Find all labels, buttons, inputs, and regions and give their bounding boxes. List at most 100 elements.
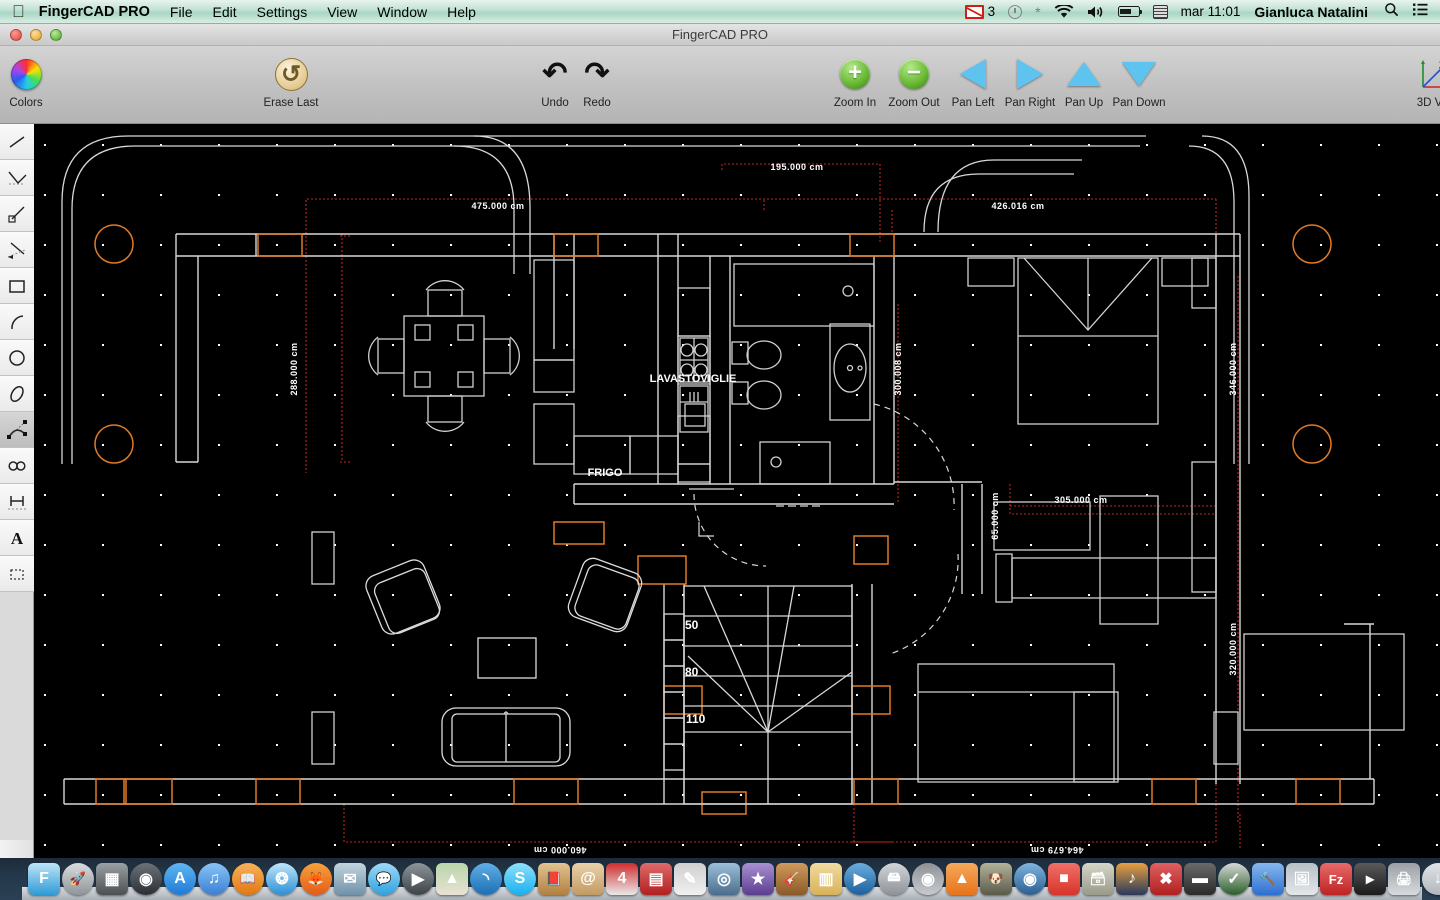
redo-icon: ↷	[584, 57, 610, 90]
dock-item-itunes[interactable]: ♫	[198, 863, 230, 895]
dock-item-textedit[interactable]: ✎	[674, 863, 706, 895]
battery-icon[interactable]	[1117, 6, 1143, 17]
wifi-icon[interactable]	[1054, 4, 1074, 19]
view-3d-label: 3D View	[1416, 97, 1440, 109]
line-tool[interactable]	[0, 124, 34, 160]
erase-last-button[interactable]: Erase Last	[253, 54, 329, 109]
pan-down-icon	[1122, 54, 1156, 94]
time-machine-icon[interactable]	[1008, 4, 1023, 19]
dock-item-image-capture[interactable]: ◎	[708, 863, 740, 895]
cad-canvas[interactable]: 475.000 cm 195.000 cm 426.016 cm 288.000 cm…	[34, 124, 1440, 858]
circle-tool[interactable]	[0, 340, 34, 376]
dock-item-photo-booth[interactable]: ▤	[640, 863, 672, 895]
plan-label: 80	[685, 665, 699, 679]
menu-item-settings[interactable]: Settings	[257, 4, 308, 20]
menu-username[interactable]: Gianluca Natalini	[1254, 4, 1368, 20]
dimension-label: 464.679 cm	[1030, 845, 1083, 855]
dock-item-hardware[interactable]: ▬	[1184, 863, 1216, 895]
arc-tool[interactable]	[0, 304, 34, 340]
view-3d-icon: 3D	[1418, 54, 1440, 94]
dock-item-imovie[interactable]: ★	[742, 863, 774, 895]
menu-item-window[interactable]: Window	[377, 4, 427, 20]
pan-up-label: Pan Up	[1064, 97, 1104, 109]
polyline-tool[interactable]	[0, 160, 34, 196]
dock-item-dashboard[interactable]: ◉	[130, 863, 162, 895]
input-source-icon[interactable]	[1152, 4, 1168, 19]
menu-item-help[interactable]: Help	[447, 4, 476, 20]
dimension-label: 475.000 cm	[471, 201, 524, 211]
measure-tool[interactable]	[0, 484, 34, 520]
redo-button[interactable]: ↷ Redo	[559, 54, 635, 110]
dock-item-skype[interactable]: S	[504, 863, 536, 895]
pan-left-icon	[960, 54, 986, 94]
text-tool[interactable]: A	[0, 520, 34, 556]
dock-item-firefox[interactable]: 🦊	[300, 863, 332, 895]
dock-item-installer[interactable]: ↓	[1422, 863, 1440, 895]
menu-clock[interactable]: mar 11:01	[1181, 4, 1241, 19]
dock-item-launchpad[interactable]: 🚀	[62, 863, 94, 895]
dock-item-xmarks[interactable]: ✖	[1150, 863, 1182, 895]
ellipse-tool[interactable]	[0, 376, 34, 412]
dock-item-vlc[interactable]: ▲	[946, 863, 978, 895]
zoom-in-icon: +	[840, 54, 870, 94]
mail-status-item[interactable]: 3	[964, 4, 996, 19]
dock-item-garageband[interactable]: 🎸	[776, 863, 808, 895]
dock-item-facetime[interactable]: ▶	[402, 863, 434, 895]
dock-item-archive-utility[interactable]: 🗃	[1082, 863, 1114, 895]
dock-item-filezilla[interactable]: Fz	[1320, 863, 1352, 895]
apple-icon[interactable]: 	[12, 3, 25, 20]
dock-item-calendar[interactable]: 4	[606, 863, 638, 895]
spotlight-search-icon[interactable]	[1384, 2, 1399, 21]
window-title: FingerCAD PRO	[671, 27, 769, 42]
dock-item-xcode[interactable]: 🔨	[1252, 863, 1284, 895]
rectangle-tool[interactable]	[0, 268, 34, 304]
dock-item-safari[interactable]: ❂	[266, 863, 298, 895]
dock-item-fingercad[interactable]: ✓	[1218, 863, 1250, 895]
dock-item-ibooks[interactable]: 📖	[232, 863, 264, 895]
dock-item-pages[interactable]: ▥	[810, 863, 842, 895]
view-3d-button[interactable]: 3D 3D View	[1400, 54, 1440, 109]
dock-item-dictionary[interactable]: 📕	[538, 863, 570, 895]
dock-item-hp-printer[interactable]: 🖨	[1388, 863, 1420, 895]
dock-item-preview[interactable]: 🖼	[1286, 863, 1318, 895]
zoom-out-icon: −	[899, 54, 929, 94]
spline-tool[interactable]	[0, 448, 34, 484]
dock-item-maps[interactable]: ▲	[436, 863, 468, 895]
menu-item-edit[interactable]: Edit	[212, 4, 236, 20]
dock-item-messages[interactable]: 💬	[368, 863, 400, 895]
window-titlebar[interactable]: FingerCAD PRO	[0, 24, 1440, 46]
dock-item-quicktime[interactable]: ▶	[844, 863, 876, 895]
dock-item-mission-control[interactable]: ▦	[96, 863, 128, 895]
dock-item-gimp[interactable]: 🐶	[980, 863, 1012, 895]
dock-item-terminal[interactable]: ▸	[1354, 863, 1386, 895]
zoom-out-label: Zoom Out	[888, 97, 940, 109]
menu-item-view[interactable]: View	[327, 4, 357, 20]
dock-item-disk-utility[interactable]: 🖴	[878, 863, 910, 895]
perpendicular-tool[interactable]	[0, 196, 34, 232]
pan-down-button[interactable]: Pan Down	[1101, 54, 1177, 109]
pan-left-label: Pan Left	[951, 97, 995, 109]
colors-button[interactable]: Colors	[0, 54, 64, 109]
dimension-label: 346.000 cm	[1228, 342, 1238, 395]
bluetooth-icon[interactable]: *	[1035, 4, 1040, 20]
dock-item-finder[interactable]: F	[28, 863, 60, 895]
dimension-tool[interactable]	[0, 232, 34, 268]
notification-center-icon[interactable]	[1413, 3, 1428, 20]
curve-tool[interactable]	[0, 412, 34, 448]
menu-item-file[interactable]: File	[170, 4, 193, 20]
select-tool[interactable]	[0, 556, 34, 592]
dock-item-mail[interactable]: ✉	[334, 863, 366, 895]
dock-item-openoffice[interactable]: ◝	[470, 863, 502, 895]
erase-last-label: Erase Last	[263, 97, 319, 109]
dock-item-dvd-player[interactable]: ◉	[912, 863, 944, 895]
mail-count: 3	[987, 4, 996, 19]
dock-item-audacity[interactable]: ♪	[1116, 863, 1148, 895]
dimension-label: 300.008 cm	[893, 342, 903, 395]
dock-item-app-store[interactable]: A	[164, 863, 196, 895]
volume-icon[interactable]	[1087, 5, 1105, 19]
dimension-label: 460.000 cm	[533, 845, 586, 855]
dock-item-blender[interactable]: ◉	[1014, 863, 1046, 895]
menu-app-name[interactable]: FingerCAD PRO	[39, 4, 150, 20]
dock-item-sketchup[interactable]: ■	[1048, 863, 1080, 895]
dock-item-contacts[interactable]: @	[572, 863, 604, 895]
